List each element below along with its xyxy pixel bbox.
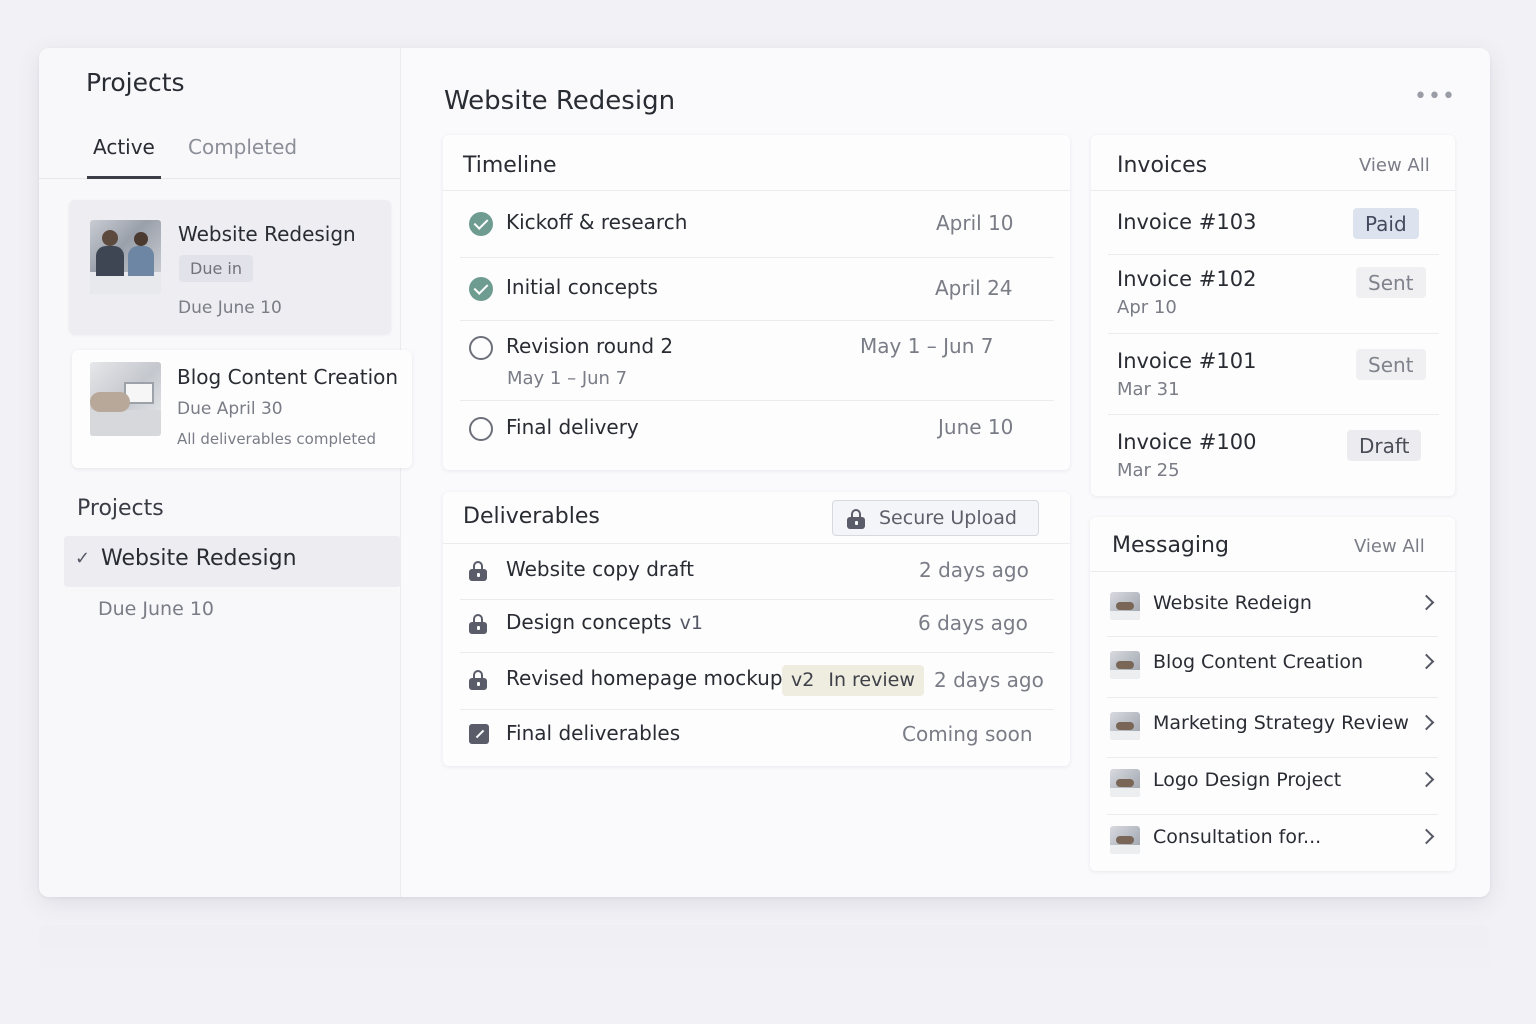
deliverable-time: 2 days ago bbox=[934, 668, 1044, 692]
thread-title: Logo Design Project bbox=[1153, 769, 1342, 791]
sidebar: Projects Active Completed Website Redesi… bbox=[39, 48, 412, 897]
card-title: Blog Content Creation bbox=[177, 365, 399, 389]
status-badge: Sent bbox=[1356, 267, 1426, 298]
deliverable-time: 2 days ago bbox=[919, 558, 1029, 582]
more-options-icon[interactable]: ••• bbox=[1414, 84, 1456, 109]
projects-heading: Projects bbox=[77, 496, 164, 521]
review-status-chip: v2 In review bbox=[782, 665, 924, 696]
timeline-panel: Timeline Kickoff & research April 10 Ini… bbox=[443, 135, 1070, 470]
app-window: Projects Active Completed Website Redesi… bbox=[39, 48, 1490, 897]
messaging-panel: Messaging View All Website Redeign Blog … bbox=[1090, 517, 1455, 871]
deliverables-heading: Deliverables bbox=[463, 504, 600, 529]
timeline-heading: Timeline bbox=[463, 153, 557, 178]
deliverable-time: Coming soon bbox=[902, 722, 1033, 746]
message-thread[interactable]: Marketing Strategy Review bbox=[1090, 697, 1455, 755]
deliverables-panel: Deliverables Secure Upload Website copy … bbox=[443, 492, 1070, 766]
deliverable-label: Revised homepage mockup bbox=[506, 666, 783, 690]
invoice-date: Mar 25 bbox=[1117, 460, 1180, 481]
thread-avatar bbox=[1110, 651, 1140, 679]
checkmark-icon: ✓ bbox=[75, 548, 91, 569]
deliverable-label: Website copy draft bbox=[506, 557, 694, 581]
pending-circle-icon bbox=[469, 336, 493, 360]
timeline-item-date: May 1 – Jun 7 bbox=[860, 334, 994, 358]
timeline-item-label: Revision round 2 bbox=[506, 334, 674, 358]
messaging-view-all-link[interactable]: View All bbox=[1354, 536, 1425, 557]
invoice-date: Apr 10 bbox=[1117, 297, 1177, 318]
thread-avatar bbox=[1110, 826, 1140, 854]
chevron-right-icon bbox=[1418, 594, 1435, 611]
status-label: In review bbox=[828, 669, 915, 691]
project-thumbnail bbox=[90, 220, 161, 294]
lock-icon bbox=[469, 614, 487, 634]
tab-completed[interactable]: Completed bbox=[188, 132, 297, 179]
sidebar-item-website-redesign[interactable]: ✓ Website Redesign bbox=[64, 536, 401, 587]
edit-icon bbox=[469, 724, 489, 744]
timeline-item-label: Kickoff & research bbox=[506, 210, 688, 234]
invoices-view-all-link[interactable]: View All bbox=[1359, 155, 1430, 176]
secure-upload-button[interactable]: Secure Upload bbox=[832, 500, 1039, 536]
project-card-website-redesign[interactable]: Website Redesign Due in Due June 10 bbox=[69, 200, 391, 334]
status-badge: Paid bbox=[1353, 208, 1419, 239]
deliverable-time: 6 days ago bbox=[918, 611, 1028, 635]
lock-icon bbox=[847, 509, 865, 529]
pending-circle-icon bbox=[469, 417, 493, 441]
card-title: Website Redesign bbox=[178, 222, 356, 246]
invoices-panel: Invoices View All Invoice #103 Paid Invo… bbox=[1091, 135, 1455, 496]
chevron-right-icon bbox=[1418, 653, 1435, 670]
status-badge: Draft bbox=[1347, 430, 1422, 461]
secure-upload-label: Secure Upload bbox=[879, 507, 1017, 529]
invoice-number: Invoice #103 bbox=[1117, 210, 1257, 234]
invoices-heading: Invoices bbox=[1117, 153, 1208, 178]
version-tag: v1 bbox=[679, 612, 703, 634]
invoice-number: Invoice #102 bbox=[1117, 267, 1257, 291]
card-note: All deliverables completed bbox=[177, 430, 376, 448]
completed-check-icon bbox=[469, 277, 493, 301]
timeline-item-date: April 10 bbox=[936, 211, 1014, 235]
card-due-date: Due April 30 bbox=[177, 399, 283, 419]
thread-title: Consultation for... bbox=[1153, 826, 1322, 848]
completed-check-icon bbox=[469, 212, 493, 236]
thread-avatar bbox=[1110, 592, 1140, 620]
invoice-number: Invoice #101 bbox=[1117, 349, 1257, 373]
timeline-item-subdate: May 1 – Jun 7 bbox=[507, 368, 628, 389]
messaging-heading: Messaging bbox=[1112, 533, 1229, 558]
deliverable-name: Design concepts bbox=[506, 610, 672, 634]
timeline-item-label: Final delivery bbox=[506, 415, 639, 439]
deliverable-label: Design concepts v1 bbox=[506, 610, 703, 634]
lock-icon bbox=[469, 561, 487, 581]
thread-avatar bbox=[1110, 769, 1140, 797]
thread-title: Blog Content Creation bbox=[1153, 651, 1364, 673]
sidebar-item-due: Due June 10 bbox=[98, 598, 214, 620]
message-thread[interactable]: Website Redeign bbox=[1090, 577, 1455, 635]
sidebar-item-label: Website Redesign bbox=[101, 546, 297, 571]
project-thumbnail bbox=[90, 362, 161, 436]
timeline-item-label: Initial concepts bbox=[506, 275, 658, 299]
status-badge: Sent bbox=[1356, 349, 1426, 380]
timeline-item-date: June 10 bbox=[938, 415, 1014, 439]
thread-title: Marketing Strategy Review bbox=[1153, 712, 1409, 734]
sidebar-title: Projects bbox=[86, 68, 185, 97]
deliverable-label: Final deliverables bbox=[506, 721, 681, 745]
thread-title: Website Redeign bbox=[1153, 592, 1312, 614]
lock-icon bbox=[469, 670, 487, 690]
invoice-date: Mar 31 bbox=[1117, 379, 1180, 400]
message-thread[interactable]: Logo Design Project bbox=[1090, 754, 1455, 812]
project-card-blog-content[interactable]: Blog Content Creation Due April 30 All d… bbox=[72, 350, 412, 468]
thread-avatar bbox=[1110, 712, 1140, 740]
tab-active[interactable]: Active bbox=[87, 132, 161, 179]
version-tag: v2 bbox=[791, 669, 815, 691]
message-thread[interactable]: Blog Content Creation bbox=[1090, 636, 1455, 694]
background-panel bbox=[39, 925, 1490, 985]
due-chip: Due in bbox=[179, 255, 253, 282]
timeline-item-date: April 24 bbox=[935, 276, 1013, 300]
chevron-right-icon bbox=[1418, 771, 1435, 788]
project-tabs: Active Completed bbox=[39, 132, 401, 179]
invoice-number: Invoice #100 bbox=[1117, 430, 1257, 454]
page-title: Website Redesign bbox=[444, 86, 676, 116]
chevron-right-icon bbox=[1418, 828, 1435, 845]
card-due-date: Due June 10 bbox=[178, 298, 282, 318]
chevron-right-icon bbox=[1418, 714, 1435, 731]
message-thread[interactable]: Consultation for... bbox=[1090, 811, 1455, 869]
